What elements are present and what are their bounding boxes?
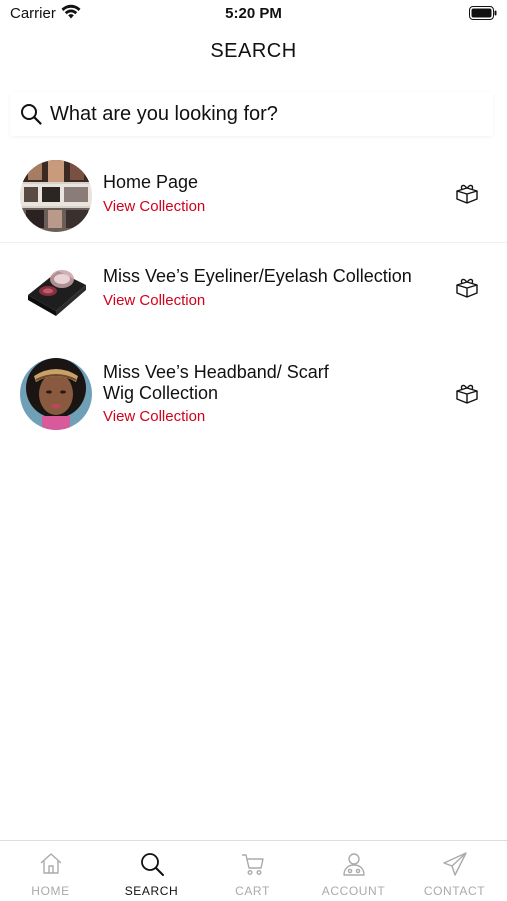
search-icon: [20, 103, 42, 130]
tab-account[interactable]: ACCOUNT: [303, 841, 404, 901]
collection-row-home-page[interactable]: Home Page View Collection: [0, 150, 507, 242]
collection-thumbnail: [20, 358, 92, 430]
collection-row-headband-scarf-wig[interactable]: Miss Vee’s Headband/ Scarf Wig Collectio…: [0, 345, 507, 445]
collection-title: Miss Vee’s Eyeliner/Eyelash Collection: [103, 266, 412, 286]
gift-box-icon[interactable]: [454, 183, 480, 210]
view-collection-link[interactable]: View Collection: [103, 292, 205, 309]
view-collection-link[interactable]: View Collection: [103, 198, 205, 215]
collection-thumbnail: [20, 253, 92, 325]
bottom-tab-bar: HOME SEARCH CART ACCOUNT CONTACT: [0, 840, 507, 901]
tab-contact[interactable]: CONTACT: [404, 841, 505, 901]
tab-label: ACCOUNT: [321, 884, 386, 898]
search-input[interactable]: [48, 98, 482, 130]
page-title: SEARCH: [210, 40, 297, 62]
view-collection-link[interactable]: View Collection: [103, 408, 205, 425]
battery-icon: [469, 6, 497, 25]
tab-cart[interactable]: CART: [202, 841, 303, 901]
status-bar: Carrier 5:20 PM: [0, 0, 507, 28]
collection-title: Home Page: [103, 172, 199, 192]
search-bar[interactable]: [10, 92, 493, 136]
collection-title-line-1: Miss Vee’s Headband/ Scarf: [103, 362, 329, 382]
status-time: 5:20 PM: [225, 5, 282, 22]
tab-label: CART: [235, 884, 270, 898]
tab-label: HOME: [31, 884, 70, 898]
gift-box-icon[interactable]: [454, 383, 480, 410]
tab-home[interactable]: HOME: [0, 841, 101, 901]
collection-thumbnail: [20, 160, 92, 232]
tab-label: SEARCH: [124, 884, 179, 898]
collection-title-line-2: Wig Collection: [103, 383, 219, 403]
tab-label: CONTACT: [423, 884, 486, 898]
collection-row-eyeliner-eyelash[interactable]: Miss Vee’s Eyeliner/Eyelash Collection V…: [0, 243, 507, 335]
gift-box-icon[interactable]: [454, 277, 480, 304]
tab-search[interactable]: SEARCH: [101, 841, 202, 901]
